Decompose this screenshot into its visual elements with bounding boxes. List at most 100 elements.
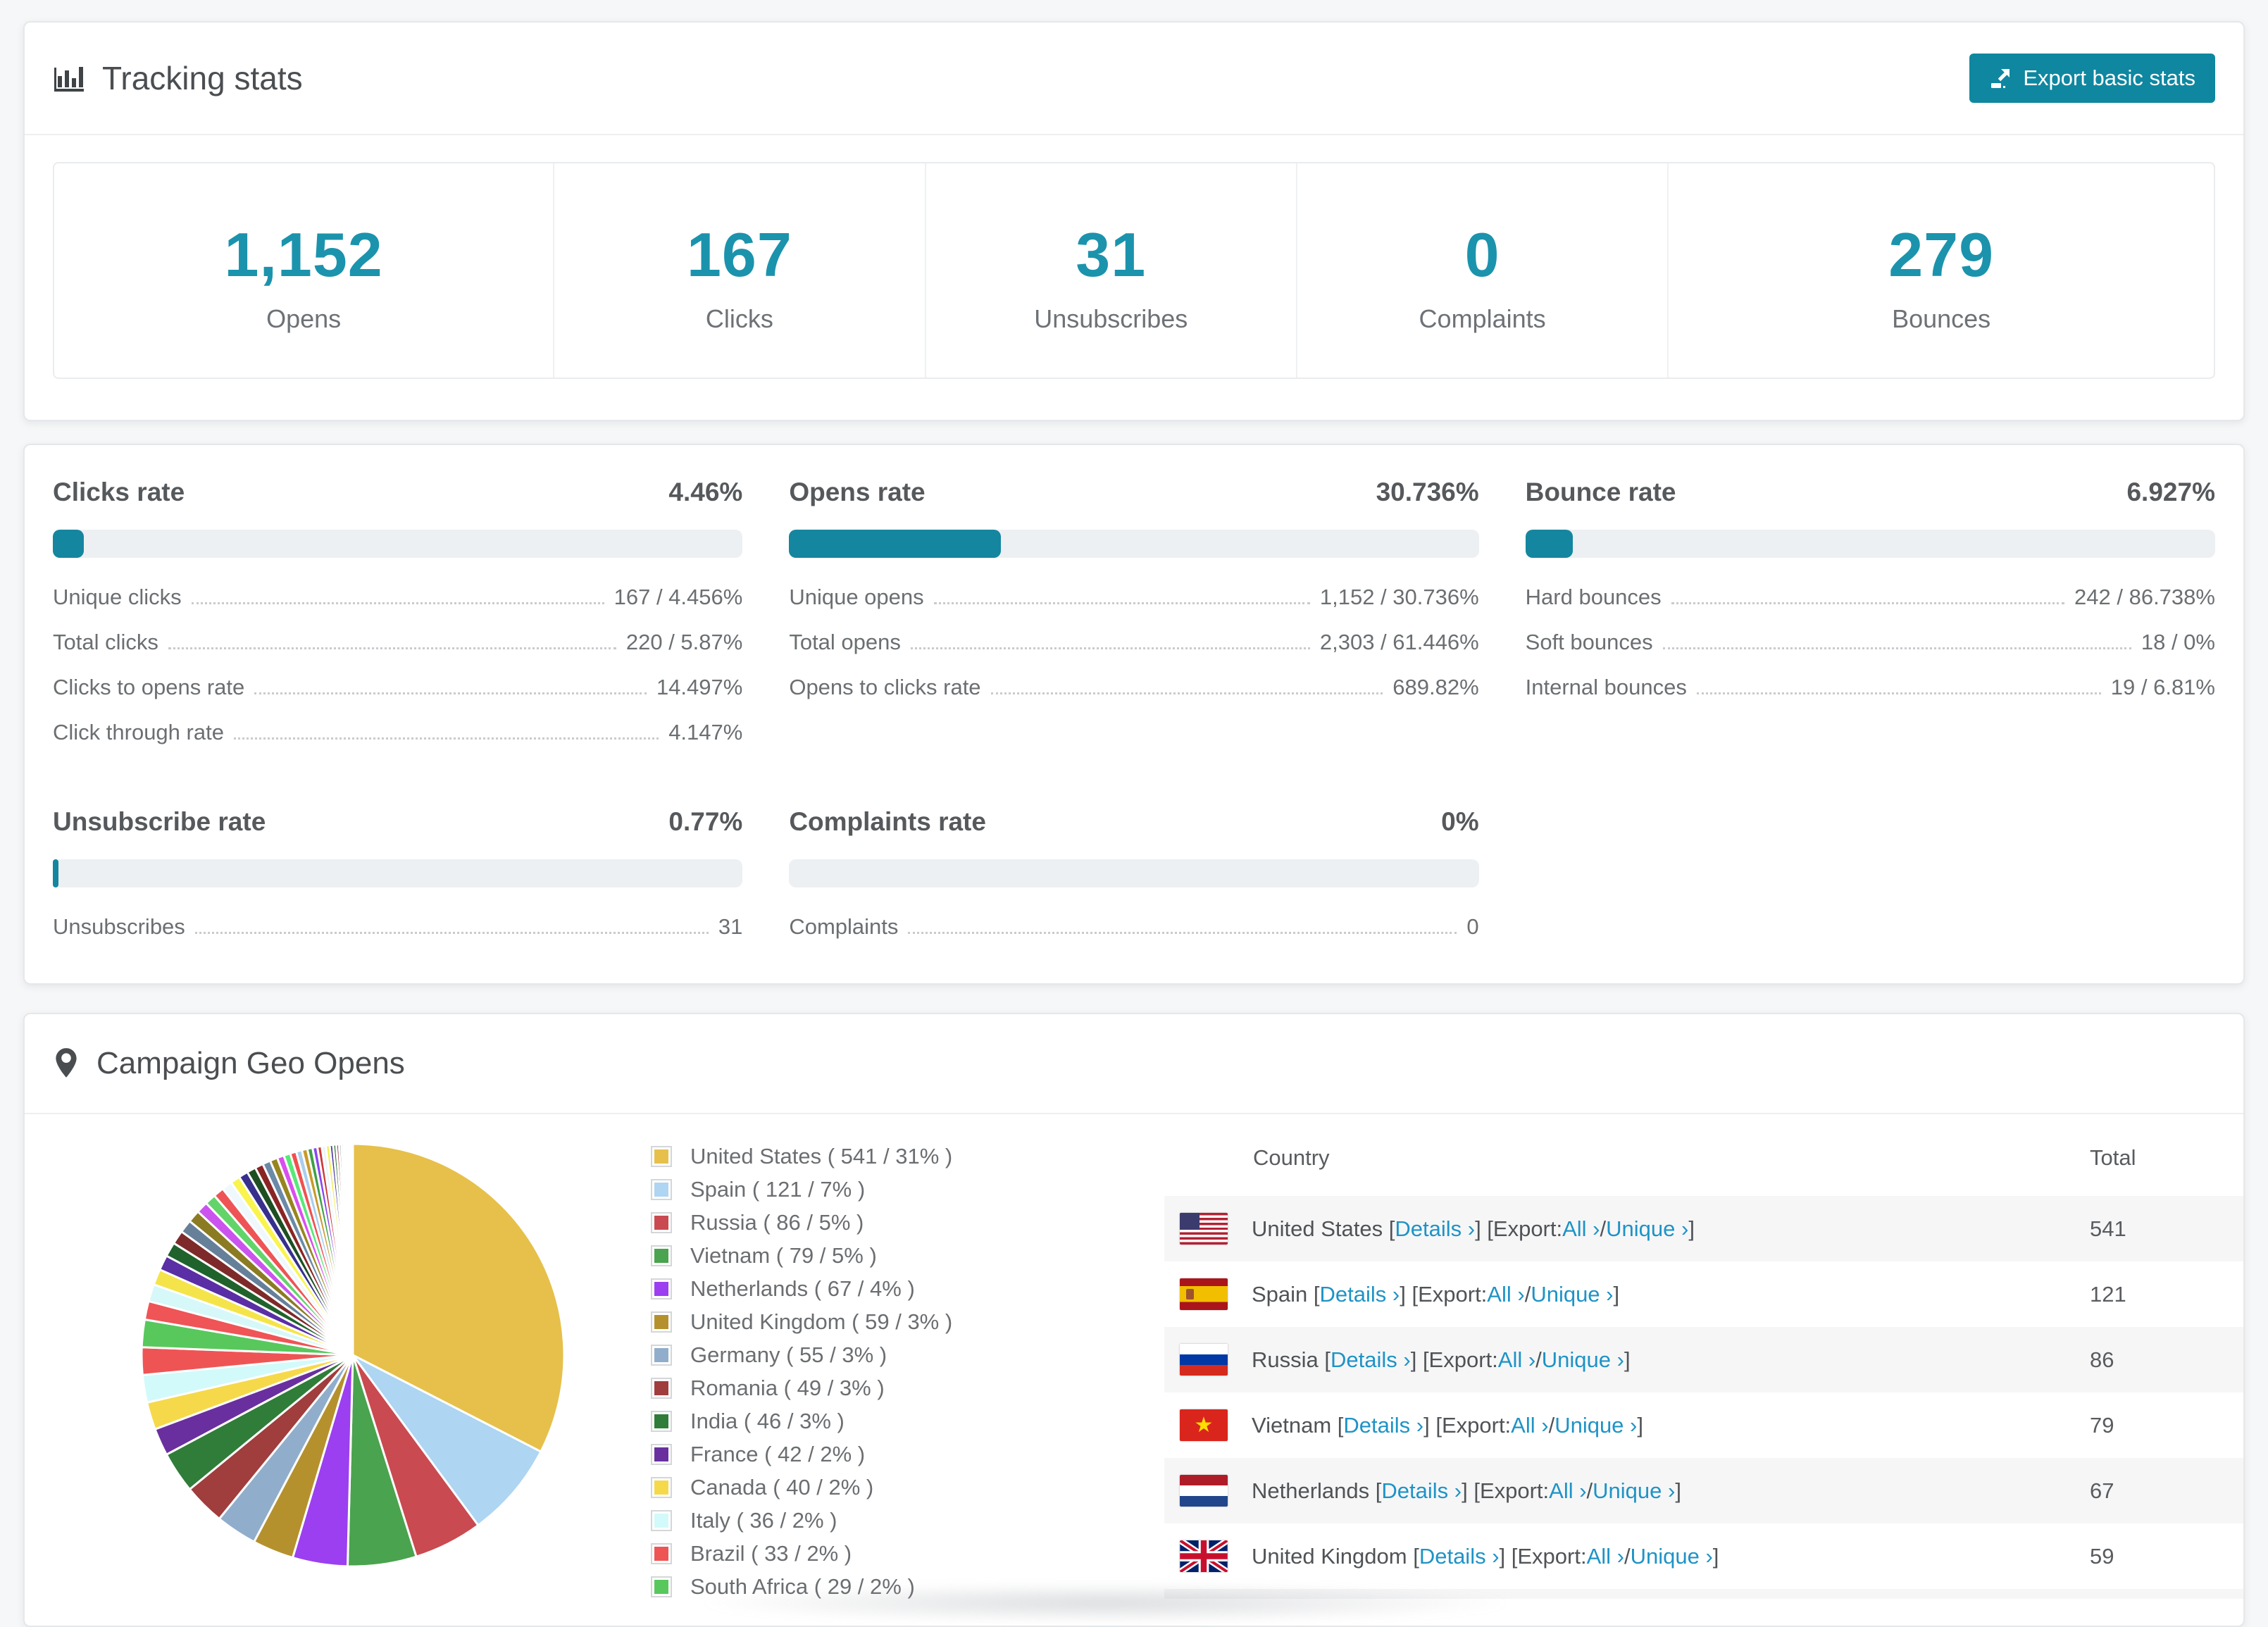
details-link[interactable]: Details › [1419,1544,1500,1569]
rate-percent: 4.46% [668,478,743,506]
legend-item: France ( 42 / 2% ) [651,1442,980,1467]
rate-row-label: Hard bounces [1525,585,1662,609]
export-unique-link[interactable]: Unique › [1593,1478,1675,1504]
legend-label: Germany ( 55 / 3% ) [690,1342,887,1367]
export-all-link[interactable]: All › [1587,1544,1624,1569]
legend-label: United States ( 541 / 31% ) [690,1144,953,1168]
legend-item: Vietnam ( 79 / 5% ) [651,1243,980,1268]
rate-row-label: Opens to clicks rate [789,675,981,699]
bracket: [ [1324,1347,1331,1372]
legend-label: Netherlands ( 67 / 4% ) [690,1276,915,1301]
country-flag [1180,1475,1228,1507]
export-unique-link[interactable]: Unique › [1542,1347,1624,1373]
rate-row-value: 4.147% [668,720,743,744]
legend-item: Romania ( 49 / 3% ) [651,1376,980,1401]
legend-item: United States ( 541 / 31% ) [651,1144,980,1169]
rate-row-value: 689.82% [1392,675,1479,699]
export-all-link[interactable]: All › [1549,1478,1586,1504]
rate-title: Unsubscribe rate [53,807,266,836]
details-link[interactable]: Details › [1343,1413,1423,1438]
export-unique-link[interactable]: Unique › [1631,1544,1713,1569]
legend-label: Italy ( 36 / 2% ) [690,1508,837,1533]
export-all-link[interactable]: All › [1487,1282,1524,1307]
export-all-link[interactable]: All › [1511,1413,1548,1438]
legend-label: France ( 42 / 2% ) [690,1442,866,1466]
stat-cell: 1,152 Opens [54,163,553,378]
rate-row-label: Unsubscribes [53,914,185,939]
pie-legend: United States ( 541 / 31% ) Spain ( 121 … [651,1144,980,1606]
legend-label: South Africa ( 29 / 2% ) [690,1574,915,1599]
legend-swatch [651,1146,672,1167]
bracket: [ [1313,1281,1320,1307]
stat-cell: 279 Bounces [1667,163,2214,378]
table-row: Germany [Details ›] [Export: All › / Uni… [1164,1589,2243,1599]
legend-swatch [651,1278,672,1299]
bracket: [ [1388,1216,1395,1241]
rate-row-value: 167 / 4.456% [613,585,743,609]
details-link[interactable]: Details › [1395,1216,1475,1242]
rate-row-label: Clicks to opens rate [53,675,245,699]
rate-percent: 0.77% [668,807,743,836]
country-name: Vietnam [1252,1412,1332,1438]
geo-opens-card: Campaign Geo Opens United States ( 541 /… [23,1013,2245,1627]
column-header-country: Country [1253,1145,1330,1170]
details-link[interactable]: Details › [1381,1478,1462,1504]
legend-label: Spain ( 121 / 7% ) [690,1177,866,1202]
export-basic-stats-button[interactable]: Export basic stats [1969,54,2215,103]
geo-table-header: Country Total [1164,1126,2243,1196]
legend-swatch [651,1543,672,1564]
legend-label: Brazil ( 33 / 2% ) [690,1541,852,1566]
stat-label: Opens [266,304,342,333]
total-value: 86 [2090,1347,2114,1372]
export-unique-link[interactable]: Unique › [1531,1282,1613,1307]
rate-row-value: 19 / 6.81% [2110,675,2215,699]
dotted-leader [908,932,1457,934]
table-row: ★ Vietnam [Details ›] [Export: All › / U… [1164,1392,2243,1458]
details-link[interactable]: Details › [1331,1347,1411,1373]
rate-row-label: Unique opens [789,585,924,609]
chunk-mid: ] [Export: [1400,1281,1488,1307]
table-row: Netherlands [Details ›] [Export: All › /… [1164,1458,2243,1523]
country-name: Netherlands [1252,1478,1370,1503]
export-unique-link[interactable]: Unique › [1606,1216,1688,1242]
dotted-leader [194,932,709,934]
table-row: Russia [Details ›] [Export: All › / Uniq… [1164,1327,2243,1392]
chunk-mid: ] [Export: [1423,1412,1512,1438]
legend-label: Canada ( 40 / 2% ) [690,1475,874,1500]
country-flag [1180,1540,1228,1572]
rate-row-value: 2,303 / 61.446% [1319,630,1479,654]
export-all-link[interactable]: All › [1562,1216,1600,1242]
export-unique-link[interactable]: Unique › [1554,1413,1637,1438]
total-value: 67 [2090,1478,2114,1503]
legend-label: United Kingdom ( 59 / 3% ) [690,1309,953,1334]
dotted-leader [1671,602,2065,604]
rate-row: Soft bounces 18 / 0% [1526,618,2215,663]
rate-row: Clicks to opens rate 14.497% [53,663,742,709]
bracket: [ [1375,1478,1382,1503]
geo-opens-title: Campaign Geo Opens [96,1046,405,1080]
geo-opens-body: United States ( 541 / 31% ) Spain ( 121 … [25,1114,2243,1606]
country-flag [1180,1278,1228,1310]
bracket-close: ] [1637,1412,1643,1438]
total-value: 79 [2090,1412,2114,1438]
slash: / [1548,1412,1555,1438]
rate-row-label: Unique clicks [53,585,182,609]
details-link[interactable]: Details › [1320,1282,1400,1307]
legend-swatch [651,1311,672,1333]
rate-row-value: 0 [1466,914,1479,939]
rate-row: Click through rate 4.147% [53,709,742,754]
total-value: 541 [2090,1216,2126,1241]
bracket-close: ] [1613,1281,1620,1307]
rate-row: Hard bounces 242 / 86.738% [1526,573,2215,618]
rate-section: Bounce rate 6.927% Hard bounces 242 / 86… [1525,478,2215,754]
rate-row-value: 220 / 5.87% [625,630,743,654]
legend-item: Canada ( 40 / 2% ) [651,1475,980,1500]
geo-opens-header: Campaign Geo Opens [25,1014,2243,1114]
progress-fill [1525,530,1574,558]
rate-row-value: 31 [718,914,743,939]
rate-percent: 30.736% [1376,478,1479,506]
rate-row-label: Total clicks [53,630,158,654]
country-name: United Kingdom [1252,1543,1407,1569]
progress-bar [789,859,1479,887]
export-all-link[interactable]: All › [1498,1347,1535,1373]
